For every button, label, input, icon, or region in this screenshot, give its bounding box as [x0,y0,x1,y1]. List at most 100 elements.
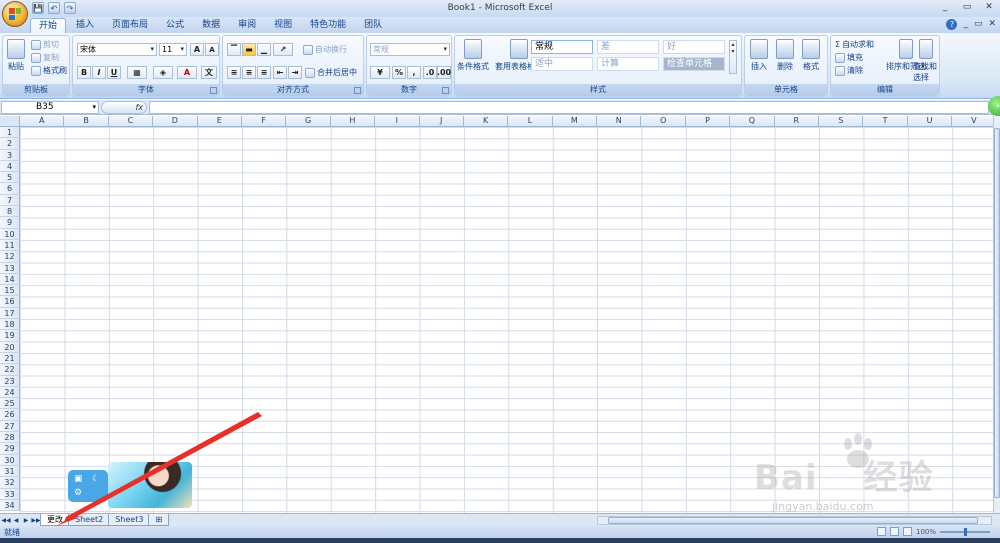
increase-indent-button[interactable]: ⇥ [288,66,302,79]
align-right-button[interactable]: ≡ [257,66,271,79]
row-header[interactable]: 16 [0,296,20,308]
clear-button[interactable]: 清除 [835,65,863,76]
column-header[interactable]: I [375,116,420,127]
column-header[interactable]: R [774,116,820,127]
column-header[interactable]: B [64,116,109,127]
page-layout-view-icon[interactable] [889,527,899,536]
fill-color-button[interactable]: ◈ [153,66,173,79]
row-header[interactable]: 15 [0,285,20,297]
format-painter-button[interactable]: 格式刷 [31,65,67,76]
cut-button[interactable]: 剪切 [31,39,59,50]
format-cells-button[interactable]: 格式 [802,39,820,72]
decrease-indent-button[interactable]: ⇤ [273,66,287,79]
row-header[interactable]: 31 [0,465,20,478]
row-header[interactable]: 21 [0,352,20,365]
shrink-font-button[interactable]: A [205,43,219,56]
ribbon-close-button[interactable]: ✕ [988,19,996,30]
save-icon[interactable]: 💾 [32,2,44,14]
bold-button[interactable]: B [77,66,91,79]
tab-review[interactable]: 审阅 [230,18,264,33]
percent-button[interactable]: % [392,66,406,79]
font-dialog-launcher-icon[interactable] [210,87,217,94]
zoom-level[interactable]: 100% [916,528,936,536]
column-header[interactable]: O [641,116,686,127]
row-header[interactable]: 9 [0,217,20,229]
ribbon-restore-button[interactable]: ▭ [974,19,983,30]
select-all-corner[interactable] [0,116,20,127]
row-header[interactable]: 33 [0,488,20,500]
row-header[interactable]: 32 [0,477,20,489]
italic-button[interactable]: I [92,66,106,79]
align-center-button[interactable]: ≡ [242,66,256,79]
styles-scroll-button[interactable]: ▴ ▾ [729,40,737,74]
row-header[interactable]: 11 [0,239,20,252]
row-header[interactable]: 13 [0,262,20,274]
row-header[interactable]: 28 [0,432,20,444]
window-icon[interactable]: ▣ [74,474,83,484]
conditional-format-button[interactable]: 条件格式 [457,39,489,72]
floating-avatar-widget[interactable]: ▣ ☾ ⚙ [68,462,192,508]
column-header[interactable]: V [952,116,993,127]
column-header[interactable]: T [863,116,908,127]
redo-icon[interactable]: ↷ [64,2,76,14]
column-header[interactable]: M [552,116,598,127]
insert-sheet-button[interactable]: ⊞ [148,514,170,526]
column-header[interactable]: Q [730,116,775,127]
row-header[interactable]: 18 [0,319,20,331]
restore-button[interactable]: ▭ [960,1,974,13]
row-header[interactable]: 22 [0,364,20,376]
row-header[interactable]: 4 [0,160,20,173]
style-neutral[interactable]: 适中 [531,57,593,71]
phonetic-button[interactable]: 文 [201,66,217,79]
increase-decimal-button[interactable]: .0 [423,66,437,79]
alignment-dialog-launcher-icon[interactable] [354,87,361,94]
grow-font-button[interactable]: A [190,43,204,56]
autosum-button[interactable]: Σ 自动求和 [835,39,874,50]
widget-panel[interactable]: ▣ ☾ ⚙ [68,470,108,502]
tab-page-layout[interactable]: 页面布局 [104,18,156,33]
column-header[interactable]: G [286,116,331,127]
column-header[interactable]: C [108,116,154,127]
sheet-tab-2[interactable]: Sheet2 [68,514,111,526]
row-header[interactable]: 8 [0,206,20,218]
sheet-tab-3[interactable]: Sheet3 [108,514,151,526]
vertical-scroll-thumb[interactable] [994,128,1000,498]
column-header[interactable]: J [419,116,464,127]
font-color-button[interactable]: A [177,66,197,79]
style-bad[interactable]: 差 [597,40,659,54]
close-button[interactable]: ✕ [982,1,996,13]
column-header[interactable]: K [463,116,509,127]
number-dialog-launcher-icon[interactable] [442,87,449,94]
copy-button[interactable]: 复制 [31,52,59,63]
undo-icon[interactable]: ↶ [48,2,60,14]
column-header[interactable]: A [20,116,65,127]
formula-input[interactable] [149,101,989,114]
style-normal[interactable]: 常规 [531,40,593,54]
row-header[interactable]: 14 [0,273,20,286]
orientation-button[interactable]: ↗ [273,43,293,56]
row-header[interactable]: 30 [0,454,20,466]
row-header[interactable]: 23 [0,375,20,387]
border-button[interactable]: ▦ [127,66,147,79]
column-header[interactable]: H [330,116,376,127]
help-icon[interactable]: ? [946,19,958,30]
row-header[interactable]: 17 [0,307,20,320]
row-header[interactable]: 34 [0,499,20,512]
column-header[interactable]: U [907,116,953,127]
column-header[interactable]: N [597,116,642,127]
ribbon-minimize-button[interactable]: _ [963,19,968,30]
style-check-cell[interactable]: 检查单元格 [663,57,725,71]
row-header[interactable]: 6 [0,183,20,195]
gear-icon[interactable]: ⚙ [74,488,82,498]
tab-data[interactable]: 数据 [194,18,228,33]
font-name-combo[interactable]: 宋体 ▾ [77,43,157,56]
last-sheet-icon[interactable]: ▶▶ [31,515,40,525]
delete-cells-button[interactable]: 删除 [776,39,794,72]
row-header[interactable]: 2 [0,138,20,150]
office-button[interactable] [2,1,28,27]
tab-formulas[interactable]: 公式 [158,18,192,33]
sheet-tab-1[interactable]: 更改 [40,514,70,526]
normal-view-icon[interactable] [876,527,886,536]
page-break-view-icon[interactable] [902,527,912,536]
align-left-button[interactable]: ≡ [227,66,241,79]
